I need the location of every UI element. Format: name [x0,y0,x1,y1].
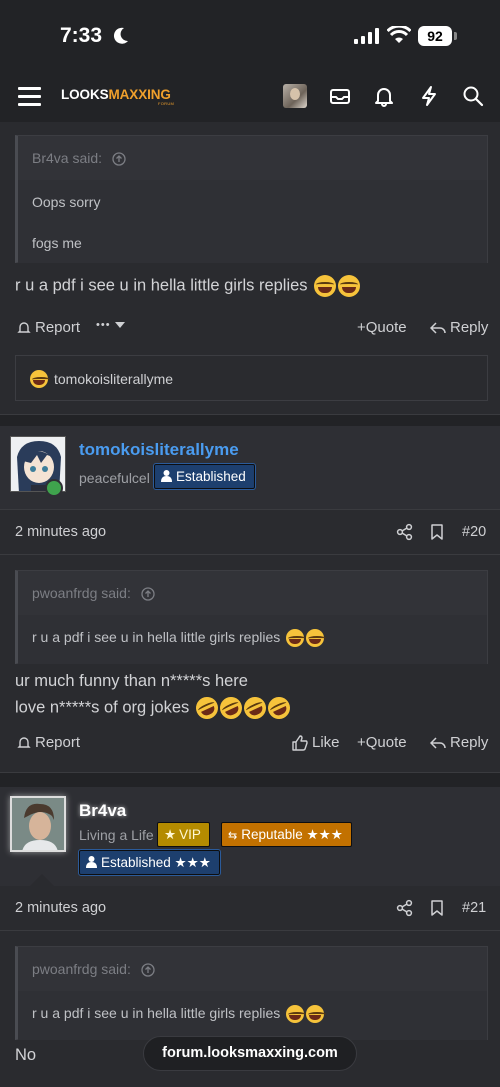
bookmark-icon[interactable] [428,523,446,541]
post-text: r u a pdf i see u in hella little girls … [15,275,361,297]
post-text-line: ur much funny than n*****s here [15,672,248,690]
quote-author[interactable]: Br4va said: [32,150,126,166]
crying-laughing-cat-emoji [314,275,337,297]
menu-icon[interactable] [18,86,42,106]
user-icon [161,470,172,482]
rofl-emoji [192,693,222,723]
user-avatar[interactable] [10,796,66,852]
crying-laughing-cat-emoji [338,275,361,297]
site-logo[interactable]: LOOKSMAXXING [61,87,171,102]
quote-button[interactable]: +Quote [357,734,407,751]
post-time[interactable]: 2 minutes ago [15,524,106,540]
moon-icon [113,27,128,44]
reactions-bar[interactable]: tomokoisliterallyme [15,355,488,401]
quote-body: r u a pdf i see u in hella little girls … [18,991,487,1040]
battery-nub [454,32,457,40]
post-number[interactable]: #20 [462,524,486,540]
reply-icon [430,736,446,749]
reply-icon [430,321,446,334]
share-icon[interactable] [396,899,414,917]
quote-line: Oops sorry [32,194,101,210]
signal-icon [354,28,379,44]
jump-up-icon[interactable] [141,963,155,977]
post-19: Br4va said: Oops sorry fogs me r u a pdf… [0,122,500,415]
battery-level: 92 [418,26,452,46]
search-icon[interactable] [462,85,484,107]
username[interactable]: tomokoisliterallyme [79,440,239,460]
top-nav: LOOKSMAXXING FORUM [0,72,500,122]
quote-line: r u a pdf i see u in hella little girls … [32,629,327,648]
post-21-userbar: Br4va Living a Life ★ VIP ⇆ Reputable ★★★ … [0,787,500,887]
crying-laughing-cat-emoji [306,629,327,648]
established-badge: Established ★★★ [78,849,221,876]
quote-block: pwoanfrdg said: r u a pdf i see u in hel… [15,946,488,1040]
post-20: 2 minutes ago #20 pwoanfrdg said: r u a … [0,510,500,773]
userbar-pointer [30,874,54,886]
rofl-emoji [216,693,246,723]
photo-avatar-image [12,798,64,850]
reply-button[interactable]: Reply [430,734,488,751]
browser-url-bar[interactable]: forum.looksmaxxing.com [143,1036,357,1071]
star-icon: ★ [164,827,177,842]
bell-small-icon [17,736,31,748]
like-button[interactable]: Like [292,734,340,751]
divider [0,930,500,931]
thread-content: Br4va said: Oops sorry fogs me r u a pdf… [0,122,500,1087]
established-badge: Established [153,463,256,490]
post-number[interactable]: #21 [462,900,486,916]
bookmark-icon[interactable] [428,899,446,917]
user-title: Living a Life [79,827,154,843]
rofl-emoji [240,693,270,723]
joy-emoji [30,370,50,388]
post-text-line: love n*****s of org jokes [15,693,294,723]
reputable-badge: ⇆ Reputable ★★★ [221,822,352,847]
wifi-icon [387,26,411,43]
thumbs-up-icon [292,734,308,751]
logo-subtitle: FORUM [158,101,175,106]
status-time: 7:33 [60,24,103,47]
quote-block: pwoanfrdg said: r u a pdf i see u in hel… [15,570,488,664]
more-options-button[interactable]: ••• [96,319,125,331]
status-bar: 7:33 92 [0,0,500,72]
divider [0,554,500,555]
quote-author[interactable]: pwoanfrdg said: [32,961,155,977]
user-title: peacefulcel [79,470,150,486]
report-button[interactable]: Report [17,319,80,336]
bell-small-icon [17,321,31,333]
quote-line: r u a pdf i see u in hella little girls … [32,1005,327,1024]
quote-button[interactable]: +Quote [357,319,407,336]
account-avatar[interactable] [283,84,307,108]
quote-body: Oops sorry fogs me [18,180,487,263]
quote-block: Br4va said: Oops sorry fogs me [15,135,488,263]
quote-author[interactable]: pwoanfrdg said: [32,585,155,601]
post-time[interactable]: 2 minutes ago [15,900,106,916]
caret-down-icon [114,322,125,328]
vip-badge: ★ VIP [157,822,210,847]
reaction-user[interactable]: tomokoisliterallyme [54,371,173,387]
inbox-icon[interactable] [329,85,351,107]
jump-up-icon[interactable] [141,587,155,601]
handshake-icon: ⇆ [228,830,238,842]
bell-icon[interactable] [373,85,395,107]
online-status-icon [45,479,63,497]
report-button[interactable]: Report [17,734,80,751]
post-text: No [15,1046,37,1064]
rofl-emoji [264,693,294,723]
username[interactable]: Br4va [79,801,126,821]
reply-button[interactable]: Reply [430,319,488,336]
quote-body: r u a pdf i see u in hella little girls … [18,615,487,664]
crying-laughing-cat-emoji [286,1005,307,1024]
post-20-userbar: tomokoisliterallyme peacefulcel Establis… [0,426,500,510]
share-icon[interactable] [396,523,414,541]
crying-laughing-cat-emoji [286,629,307,648]
jump-up-icon[interactable] [112,152,126,166]
user-icon [86,856,97,868]
crying-laughing-cat-emoji [306,1005,327,1024]
lightning-icon[interactable] [418,85,440,107]
quote-line: fogs me [32,235,82,251]
